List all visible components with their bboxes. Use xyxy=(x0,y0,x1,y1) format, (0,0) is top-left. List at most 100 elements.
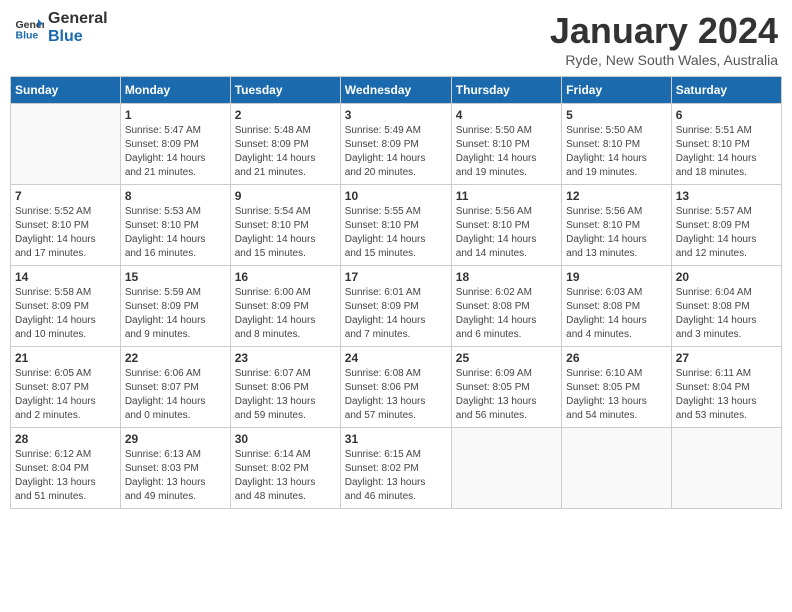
calendar-cell xyxy=(671,428,781,509)
calendar-cell: 18 Sunrise: 6:02 AM Sunset: 8:08 PM Dayli… xyxy=(451,266,561,347)
logo-icon: General Blue xyxy=(14,13,44,43)
day-info: Sunrise: 5:50 AM Sunset: 8:10 PM Dayligh… xyxy=(456,124,557,180)
calendar-cell: 9 Sunrise: 5:54 AM Sunset: 8:10 PM Daylig… xyxy=(230,185,340,266)
day-info: Sunrise: 5:50 AM Sunset: 8:10 PM Dayligh… xyxy=(566,124,667,180)
calendar-cell: 8 Sunrise: 5:53 AM Sunset: 8:10 PM Daylig… xyxy=(120,185,230,266)
calendar-cell: 14 Sunrise: 5:58 AM Sunset: 8:09 PM Dayli… xyxy=(11,266,121,347)
day-info: Sunrise: 6:07 AM Sunset: 8:06 PM Dayligh… xyxy=(235,367,336,423)
day-info: Sunrise: 5:53 AM Sunset: 8:10 PM Dayligh… xyxy=(125,205,226,261)
calendar-cell: 28 Sunrise: 6:12 AM Sunset: 8:04 PM Dayli… xyxy=(11,428,121,509)
calendar-cell xyxy=(451,428,561,509)
calendar-cell xyxy=(562,428,672,509)
day-info: Sunrise: 5:55 AM Sunset: 8:10 PM Dayligh… xyxy=(345,205,447,261)
calendar-cell: 4Sunrise: 5:50 AM Sunset: 8:10 PM Daylig… xyxy=(451,104,561,185)
day-info: Sunrise: 6:05 AM Sunset: 8:07 PM Dayligh… xyxy=(15,367,116,423)
day-info: Sunrise: 5:56 AM Sunset: 8:10 PM Dayligh… xyxy=(456,205,557,261)
calendar-cell: 19 Sunrise: 6:03 AM Sunset: 8:08 PM Dayli… xyxy=(562,266,672,347)
day-number: 29 xyxy=(125,432,226,446)
day-info: Sunrise: 6:04 AM Sunset: 8:08 PM Dayligh… xyxy=(676,286,777,342)
day-info: Sunrise: 6:06 AM Sunset: 8:07 PM Dayligh… xyxy=(125,367,226,423)
calendar-cell: 17 Sunrise: 6:01 AM Sunset: 8:09 PM Dayli… xyxy=(340,266,451,347)
weekday-header-row: SundayMondayTuesdayWednesdayThursdayFrid… xyxy=(11,77,782,104)
day-info: Sunrise: 6:15 AM Sunset: 8:02 PM Dayligh… xyxy=(345,448,447,504)
day-number: 18 xyxy=(456,270,557,284)
day-number: 5 xyxy=(566,108,667,122)
day-number: 1 xyxy=(125,108,226,122)
day-info: Sunrise: 6:08 AM Sunset: 8:06 PM Dayligh… xyxy=(345,367,447,423)
weekday-header: Friday xyxy=(562,77,672,104)
calendar-week-row: 7 Sunrise: 5:52 AM Sunset: 8:10 PM Daylig… xyxy=(11,185,782,266)
day-info: Sunrise: 6:13 AM Sunset: 8:03 PM Dayligh… xyxy=(125,448,226,504)
day-info: Sunrise: 5:52 AM Sunset: 8:10 PM Dayligh… xyxy=(15,205,116,261)
weekday-header: Tuesday xyxy=(230,77,340,104)
day-info: Sunrise: 6:14 AM Sunset: 8:02 PM Dayligh… xyxy=(235,448,336,504)
day-number: 7 xyxy=(15,189,116,203)
page-header: General Blue General Blue January 2024 R… xyxy=(10,10,782,68)
weekday-header: Thursday xyxy=(451,77,561,104)
calendar-week-row: 21 Sunrise: 6:05 AM Sunset: 8:07 PM Dayli… xyxy=(11,347,782,428)
calendar-week-row: 14 Sunrise: 5:58 AM Sunset: 8:09 PM Dayli… xyxy=(11,266,782,347)
day-info: Sunrise: 6:02 AM Sunset: 8:08 PM Dayligh… xyxy=(456,286,557,342)
day-info: Sunrise: 5:57 AM Sunset: 8:09 PM Dayligh… xyxy=(676,205,777,261)
calendar-cell: 22Sunrise: 6:06 AM Sunset: 8:07 PM Dayli… xyxy=(120,347,230,428)
day-info: Sunrise: 6:12 AM Sunset: 8:04 PM Dayligh… xyxy=(15,448,116,504)
day-number: 24 xyxy=(345,351,447,365)
calendar-cell: 20 Sunrise: 6:04 AM Sunset: 8:08 PM Dayli… xyxy=(671,266,781,347)
day-info: Sunrise: 5:54 AM Sunset: 8:10 PM Dayligh… xyxy=(235,205,336,261)
calendar-cell: 23 Sunrise: 6:07 AM Sunset: 8:06 PM Dayli… xyxy=(230,347,340,428)
day-number: 19 xyxy=(566,270,667,284)
calendar-cell: 13Sunrise: 5:57 AM Sunset: 8:09 PM Dayli… xyxy=(671,185,781,266)
day-number: 14 xyxy=(15,270,116,284)
day-info: Sunrise: 6:09 AM Sunset: 8:05 PM Dayligh… xyxy=(456,367,557,423)
day-info: Sunrise: 5:58 AM Sunset: 8:09 PM Dayligh… xyxy=(15,286,116,342)
logo-blue: Blue xyxy=(48,28,108,46)
month-title: January 2024 xyxy=(550,10,778,52)
day-number: 21 xyxy=(15,351,116,365)
day-number: 25 xyxy=(456,351,557,365)
day-info: Sunrise: 6:03 AM Sunset: 8:08 PM Dayligh… xyxy=(566,286,667,342)
svg-text:Blue: Blue xyxy=(16,29,39,41)
calendar-cell: 25 Sunrise: 6:09 AM Sunset: 8:05 PM Dayli… xyxy=(451,347,561,428)
calendar-week-row: 1 Sunrise: 5:47 AM Sunset: 8:09 PM Daylig… xyxy=(11,104,782,185)
calendar-cell: 2Sunrise: 5:48 AM Sunset: 8:09 PM Daylig… xyxy=(230,104,340,185)
calendar-cell: 31 Sunrise: 6:15 AM Sunset: 8:02 PM Dayli… xyxy=(340,428,451,509)
day-number: 3 xyxy=(345,108,447,122)
day-info: Sunrise: 6:00 AM Sunset: 8:09 PM Dayligh… xyxy=(235,286,336,342)
day-number: 10 xyxy=(345,189,447,203)
day-number: 8 xyxy=(125,189,226,203)
day-number: 9 xyxy=(235,189,336,203)
day-number: 2 xyxy=(235,108,336,122)
day-number: 20 xyxy=(676,270,777,284)
calendar-cell xyxy=(11,104,121,185)
title-block: January 2024 Ryde, New South Wales, Aust… xyxy=(550,10,778,68)
calendar-cell: 16Sunrise: 6:00 AM Sunset: 8:09 PM Dayli… xyxy=(230,266,340,347)
weekday-header: Monday xyxy=(120,77,230,104)
day-number: 31 xyxy=(345,432,447,446)
calendar-cell: 21 Sunrise: 6:05 AM Sunset: 8:07 PM Dayli… xyxy=(11,347,121,428)
day-number: 17 xyxy=(345,270,447,284)
day-info: Sunrise: 5:47 AM Sunset: 8:09 PM Dayligh… xyxy=(125,124,226,180)
weekday-header: Wednesday xyxy=(340,77,451,104)
weekday-header: Sunday xyxy=(11,77,121,104)
calendar-cell: 15Sunrise: 5:59 AM Sunset: 8:09 PM Dayli… xyxy=(120,266,230,347)
calendar-cell: 27Sunrise: 6:11 AM Sunset: 8:04 PM Dayli… xyxy=(671,347,781,428)
day-number: 23 xyxy=(235,351,336,365)
calendar-cell: 3 Sunrise: 5:49 AM Sunset: 8:09 PM Daylig… xyxy=(340,104,451,185)
calendar-cell: 24 Sunrise: 6:08 AM Sunset: 8:06 PM Dayli… xyxy=(340,347,451,428)
calendar-cell: 7 Sunrise: 5:52 AM Sunset: 8:10 PM Daylig… xyxy=(11,185,121,266)
calendar-cell: 11Sunrise: 5:56 AM Sunset: 8:10 PM Dayli… xyxy=(451,185,561,266)
day-number: 12 xyxy=(566,189,667,203)
day-info: Sunrise: 5:56 AM Sunset: 8:10 PM Dayligh… xyxy=(566,205,667,261)
day-number: 6 xyxy=(676,108,777,122)
day-number: 28 xyxy=(15,432,116,446)
day-info: Sunrise: 6:01 AM Sunset: 8:09 PM Dayligh… xyxy=(345,286,447,342)
calendar-cell: 30Sunrise: 6:14 AM Sunset: 8:02 PM Dayli… xyxy=(230,428,340,509)
day-info: Sunrise: 6:11 AM Sunset: 8:04 PM Dayligh… xyxy=(676,367,777,423)
calendar-week-row: 28 Sunrise: 6:12 AM Sunset: 8:04 PM Dayli… xyxy=(11,428,782,509)
day-info: Sunrise: 5:51 AM Sunset: 8:10 PM Dayligh… xyxy=(676,124,777,180)
calendar-cell: 26Sunrise: 6:10 AM Sunset: 8:05 PM Dayli… xyxy=(562,347,672,428)
day-number: 15 xyxy=(125,270,226,284)
calendar-cell: 6 Sunrise: 5:51 AM Sunset: 8:10 PM Daylig… xyxy=(671,104,781,185)
day-info: Sunrise: 5:49 AM Sunset: 8:09 PM Dayligh… xyxy=(345,124,447,180)
calendar-cell: 12 Sunrise: 5:56 AM Sunset: 8:10 PM Dayli… xyxy=(562,185,672,266)
